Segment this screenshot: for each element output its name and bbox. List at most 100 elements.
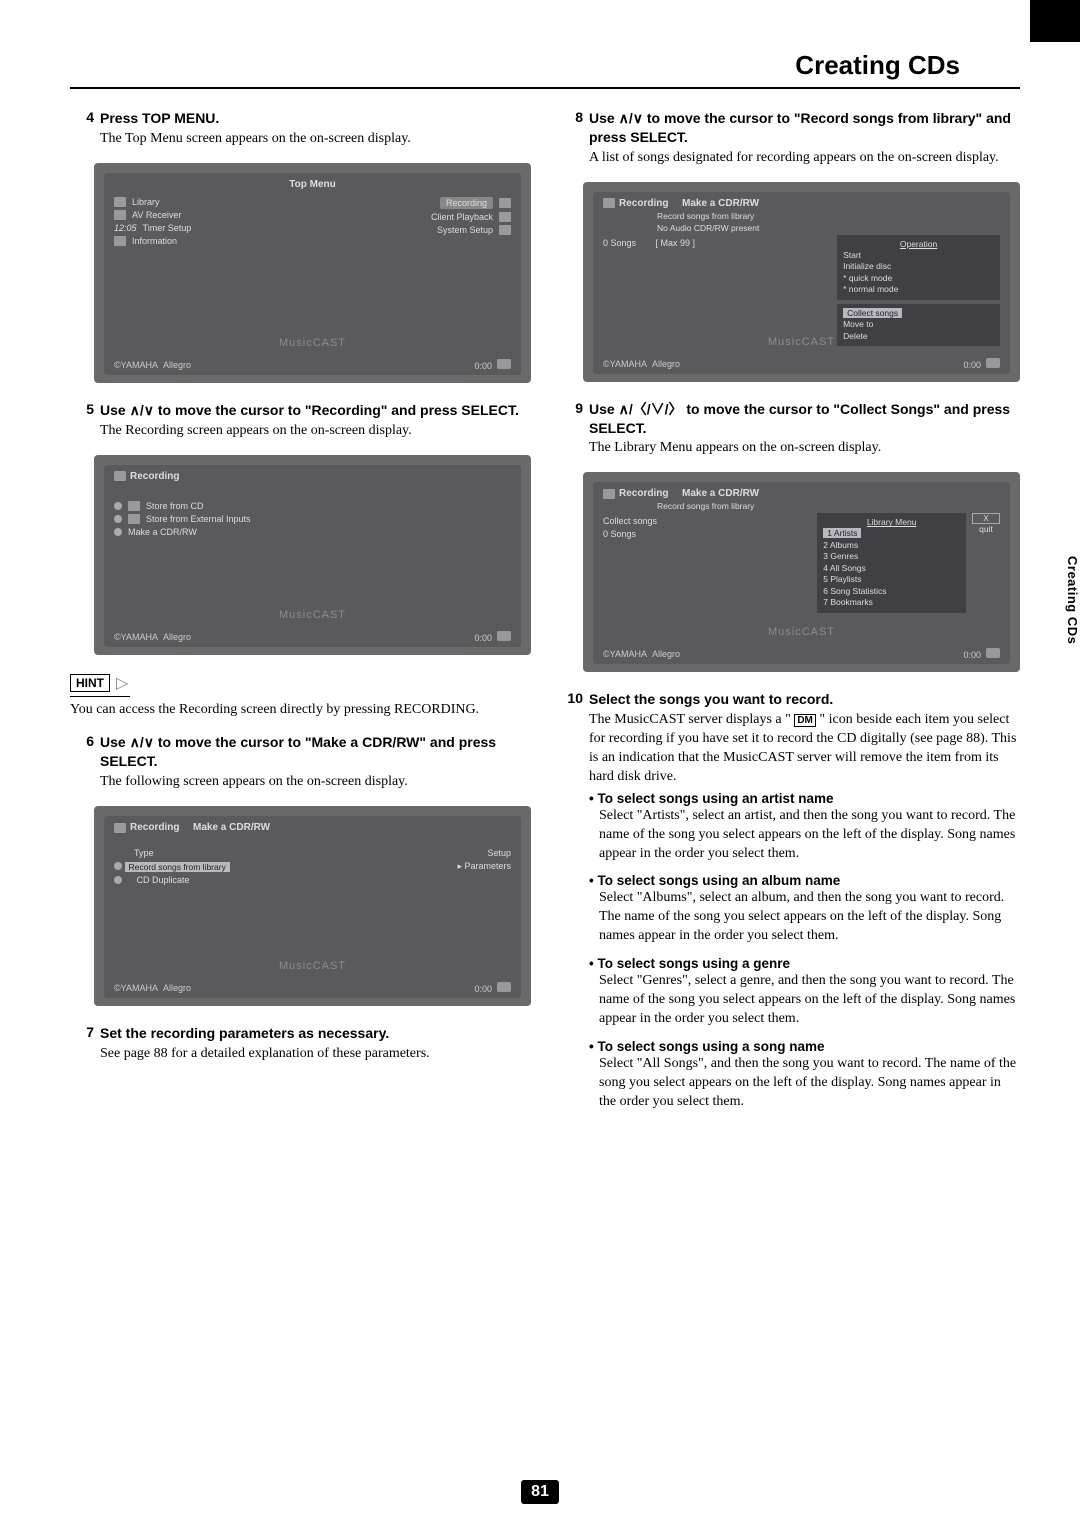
step-number: 10 — [559, 690, 589, 1121]
step-number: 4 — [70, 109, 100, 149]
speaker-icon — [497, 982, 511, 992]
bullet-body: Select "All Songs", and then the song yo… — [599, 1055, 1020, 1112]
watermark: MusicCAST — [279, 609, 346, 621]
op-item: Start — [843, 250, 994, 261]
step-head-tail: to move the cursor to "Recording" and pr… — [154, 402, 519, 418]
ss-track: Allegro — [163, 360, 191, 370]
ss-crumb: Recording — [619, 488, 668, 499]
op-item: * quick mode — [843, 273, 994, 284]
songs-count: 0 Songs — [603, 529, 636, 539]
lib-item: 5 Playlists — [823, 574, 960, 585]
rec-icon — [114, 471, 126, 481]
speaker-icon — [986, 358, 1000, 368]
step-head-prefix: Use — [589, 110, 619, 126]
ext-icon — [128, 514, 140, 524]
ss-track: Allegro — [163, 632, 191, 642]
ss-brand: ©YAMAHA — [114, 632, 158, 642]
step-text: The Top Menu screen appears on the on-sc… — [100, 130, 531, 149]
ss-item: Record songs from library — [125, 862, 230, 872]
ss-crumb: Make a CDR/RW — [682, 488, 759, 499]
step-head-prefix: Use — [100, 402, 130, 418]
list-item: To select songs using a genre Select "Ge… — [589, 956, 1020, 1029]
step-text: See page 88 for a detailed explanation o… — [100, 1045, 531, 1064]
watermark: MusicCAST — [279, 337, 346, 349]
ss-track: Allegro — [163, 983, 191, 993]
lib-item: 3 Genres — [823, 551, 960, 562]
step-heading: Set the recording parameters as necessar… — [100, 1024, 531, 1043]
step-head-prefix: Use — [589, 401, 619, 417]
playback-icon — [499, 212, 511, 222]
close-x-icon: X — [972, 513, 1000, 524]
rec-icon — [603, 198, 615, 208]
ss-item: Library — [132, 197, 160, 207]
ss-crumb: Recording — [130, 822, 179, 833]
ss-crumb: Make a CDR/RW — [682, 198, 759, 209]
step-7: 7 Set the recording parameters as necess… — [70, 1024, 531, 1064]
op-item: Collect songs — [843, 308, 902, 318]
ss-crumb: Record songs from library — [657, 211, 1000, 221]
ss-track: Allegro — [652, 649, 680, 659]
step-4: 4 Press TOP MENU. The Top Menu screen ap… — [70, 109, 531, 149]
content-columns: 4 Press TOP MENU. The Top Menu screen ap… — [70, 109, 1020, 1127]
ss-item: Recording — [440, 197, 493, 209]
list-item: To select songs using an artist name Sel… — [589, 791, 1020, 864]
ss-item: Information — [132, 236, 177, 246]
lib-item: 7 Bookmarks — [823, 597, 960, 608]
hint-label: HINT — [70, 674, 110, 692]
ss-time: 0:00 — [474, 984, 492, 994]
hint-text: You can access the Recording screen dire… — [70, 701, 531, 720]
screenshot-recording: Recording Store from CD Store from Exter… — [94, 455, 531, 655]
ss-item: Store from External Inputs — [146, 514, 251, 524]
step-heading: Use ∧/〈/∨/〉 to move the cursor to "Colle… — [589, 400, 1020, 438]
screenshot-make-cdrrw: Recording Make a CDR/RW Type Setup Recor… — [94, 806, 531, 1006]
updown-icon: ∧/∨ — [130, 402, 154, 418]
hint-banner: HINT ▷ — [70, 673, 130, 697]
bullet-heading: To select songs using an album name — [589, 873, 840, 888]
watermark: MusicCAST — [768, 336, 835, 348]
op-item: Initialize disc — [843, 261, 994, 272]
ss-item: CD Duplicate — [137, 875, 190, 885]
ss-item: Store from CD — [146, 501, 204, 511]
step-text: The Recording screen appears on the on-s… — [100, 422, 531, 441]
operation-box: Operation Start Initialize disc * quick … — [837, 235, 1000, 300]
op-item: Delete — [843, 331, 994, 342]
step-number: 6 — [70, 733, 100, 792]
step-number: 7 — [70, 1024, 100, 1064]
ss-item: Make a CDR/RW — [128, 527, 197, 537]
left-column: 4 Press TOP MENU. The Top Menu screen ap… — [70, 109, 531, 1127]
clock-icon: 12:05 — [114, 223, 137, 233]
step-8: 8 Use ∧/∨ to move the cursor to "Record … — [559, 109, 1020, 168]
step-number: 5 — [70, 401, 100, 441]
step-head-tail: to move the cursor to "Make a CDR/RW" an… — [100, 734, 496, 769]
step-text: The MusicCAST server displays a " DM " i… — [589, 711, 1020, 787]
param-label: Parameters — [464, 861, 511, 871]
libmenu-title: Library Menu — [823, 517, 960, 528]
page-title: Creating CDs — [70, 50, 1020, 89]
bullet-body: Select "Genres", select a genre, and the… — [599, 972, 1020, 1029]
ss-item: Client Playback — [431, 212, 493, 222]
lib-item: 2 Albums — [823, 540, 960, 551]
step-heading: Use ∧/∨ to move the cursor to "Recording… — [100, 401, 531, 420]
step-head-tail: to move the cursor to "Record songs from… — [589, 110, 1011, 145]
step-text: The following screen appears on the on-s… — [100, 773, 531, 792]
op-item: Move to — [843, 319, 994, 330]
ss-brand: ©YAMAHA — [603, 359, 647, 369]
max-label: [ Max 99 ] — [656, 238, 696, 248]
speaker-icon — [497, 631, 511, 641]
receiver-icon — [114, 210, 126, 220]
ss-brand: ©YAMAHA — [603, 649, 647, 659]
bullet-body: Select "Artists", select an artist, and … — [599, 807, 1020, 864]
ss-item: Timer Setup — [143, 223, 192, 233]
bullet-heading: To select songs using a song name — [589, 1039, 825, 1054]
ss-time: 0:00 — [963, 650, 981, 660]
op-item: * normal mode — [843, 284, 994, 295]
page-number: 81 — [0, 1480, 1080, 1504]
lib-item: 4 All Songs — [823, 563, 960, 574]
ss-track: Allegro — [652, 359, 680, 369]
operation-box2: Collect songs Move to Delete — [837, 304, 1000, 346]
step-5: 5 Use ∧/∨ to move the cursor to "Recordi… — [70, 401, 531, 441]
step-10: 10 Select the songs you want to record. … — [559, 690, 1020, 1121]
updown-icon: ∧/∨ — [619, 110, 643, 126]
type-label: Type — [134, 848, 154, 858]
setup-label: Setup — [487, 848, 511, 858]
